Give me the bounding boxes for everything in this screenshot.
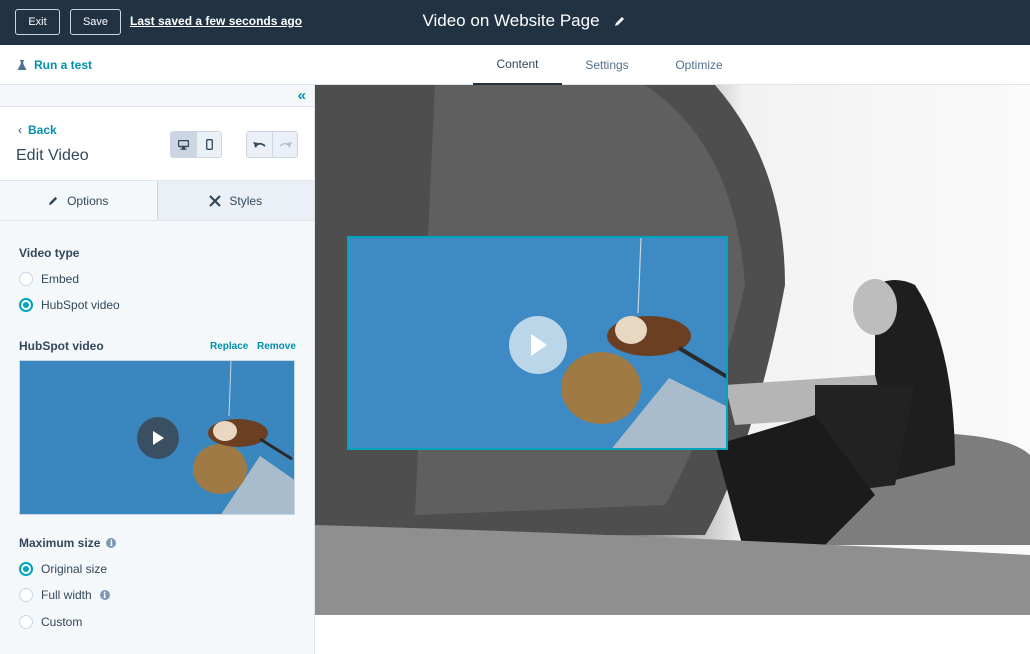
radio-full-width[interactable]: Full width i	[19, 588, 110, 602]
tab-optimize[interactable]: Optimize	[660, 45, 738, 85]
radio-label: Custom	[41, 615, 83, 629]
mobile-icon	[205, 139, 213, 150]
radio-button[interactable]	[19, 298, 33, 312]
radio-label: HubSpot video	[41, 298, 120, 312]
back-label: Back	[28, 123, 57, 137]
undo-icon	[253, 142, 266, 148]
sidebar-tabs: Options Styles	[0, 181, 314, 221]
edit-header: ‹ Back Edit Video	[0, 107, 314, 181]
info-icon[interactable]: i	[99, 590, 110, 600]
mobile-view-button[interactable]	[196, 132, 221, 157]
redo-icon	[279, 142, 292, 148]
radio-label: Full width	[41, 588, 92, 602]
radio-custom[interactable]: Custom	[19, 615, 82, 629]
radio-label: Original size	[41, 562, 108, 576]
redo-button[interactable]	[272, 132, 297, 157]
undo-button[interactable]	[247, 132, 272, 157]
device-toggle	[170, 131, 222, 158]
page-title-text: Video on Website Page	[422, 11, 600, 30]
radio-button[interactable]	[19, 588, 33, 602]
flask-icon	[17, 59, 27, 70]
module-title: Edit Video	[16, 147, 89, 164]
maximum-size-text: Maximum size	[19, 536, 101, 550]
tab-styles-label: Styles	[229, 193, 263, 208]
back-link[interactable]: ‹ Back	[18, 123, 57, 137]
tab-settings[interactable]: Settings	[568, 45, 646, 85]
page-preview	[315, 85, 1030, 654]
play-icon	[531, 334, 547, 356]
collapse-bar: «	[0, 85, 314, 107]
brush-icon	[209, 194, 222, 207]
video-thumbnail[interactable]	[19, 360, 295, 515]
radio-embed[interactable]: Embed	[19, 272, 79, 286]
edit-sidebar: « ‹ Back Edit Video Options Styles Video…	[0, 85, 315, 654]
tab-options-label: Options	[67, 193, 109, 208]
tab-content[interactable]: Content	[473, 45, 562, 85]
video-type-label: Video type	[19, 246, 80, 260]
top-bar: Exit Save Last saved a few seconds ago V…	[0, 0, 1030, 45]
radio-button[interactable]	[19, 562, 33, 576]
radio-button[interactable]	[19, 615, 33, 629]
hubspot-video-label: HubSpot video	[19, 339, 104, 353]
info-icon[interactable]: i	[106, 538, 117, 548]
play-button[interactable]	[137, 417, 179, 459]
tab-styles[interactable]: Styles	[156, 181, 314, 220]
tab-options[interactable]: Options	[0, 181, 157, 220]
remove-link[interactable]: Remove	[257, 341, 296, 352]
page-title: Video on Website Page	[0, 11, 1030, 31]
run-test-label: Run a test	[34, 58, 93, 72]
double-chevron-left-icon[interactable]: «	[298, 87, 306, 104]
radio-label: Embed	[41, 272, 80, 286]
video-module[interactable]	[347, 236, 728, 450]
editor-nav-bar: Run a test Content Settings Optimize	[0, 45, 1030, 85]
pencil-icon	[48, 196, 58, 206]
history-buttons	[246, 131, 298, 158]
radio-button[interactable]	[19, 272, 33, 286]
play-button[interactable]	[509, 316, 567, 374]
radio-hubspot-video[interactable]: HubSpot video	[19, 298, 120, 312]
desktop-icon	[178, 139, 189, 150]
pencil-icon[interactable]	[614, 15, 626, 27]
replace-link[interactable]: Replace	[210, 341, 248, 352]
desktop-view-button[interactable]	[171, 132, 196, 157]
run-test-link[interactable]: Run a test	[17, 58, 92, 72]
maximum-size-label: Maximum size i	[19, 536, 117, 550]
play-icon	[153, 431, 164, 445]
chevron-left-icon: ‹	[18, 123, 22, 137]
radio-original-size[interactable]: Original size	[19, 562, 107, 576]
